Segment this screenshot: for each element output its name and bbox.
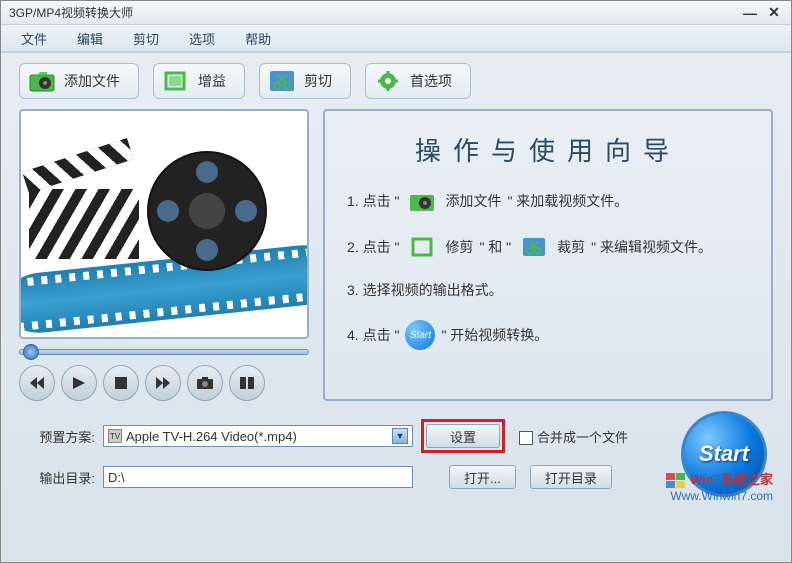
settings-button[interactable]: 设置 <box>426 424 500 448</box>
dropdown-arrow-icon: ▼ <box>392 428 408 444</box>
preset-value: Apple TV-H.264 Video(*.mp4) <box>126 429 297 444</box>
crop-icon <box>519 234 549 260</box>
gain-icon <box>162 69 190 93</box>
merge-label: 合并成一个文件 <box>537 430 628 445</box>
merge-checkbox-wrapper[interactable]: 合并成一个文件 <box>519 427 628 446</box>
preset-select[interactable]: TV Apple TV-H.264 Video(*.mp4) ▼ <box>103 425 413 447</box>
cut-button[interactable]: 剪切 <box>259 63 351 99</box>
guide-panel: 操作与使用向导 1. 点击 " 添加文件 " 来加载视频文件。 2. 点击 " … <box>323 109 773 401</box>
menu-file[interactable]: 文件 <box>21 29 47 48</box>
preview-image <box>19 109 309 339</box>
start-label: Start <box>699 441 749 467</box>
open-button[interactable]: 打开... <box>449 465 516 489</box>
toolbar: 添加文件 增益 剪切 首选项 <box>1 53 791 109</box>
menu-options[interactable]: 选项 <box>189 29 215 48</box>
settings-highlight: 设置 <box>421 419 505 453</box>
preview-panel <box>19 109 309 401</box>
seek-slider[interactable] <box>19 349 309 355</box>
folder-video-icon <box>407 188 437 214</box>
close-button[interactable]: ✕ <box>765 4 783 22</box>
menu-edit[interactable]: 编辑 <box>77 29 103 48</box>
minimize-button[interactable]: — <box>741 4 759 22</box>
merge-checkbox[interactable] <box>519 431 533 445</box>
window-title: 3GP/MP4视频转换大师 <box>9 4 133 21</box>
bottom-panel: 预置方案: TV Apple TV-H.264 Video(*.mp4) ▼ 设… <box>1 401 791 509</box>
menubar: 文件 编辑 剪切 选项 帮助 <box>1 25 791 53</box>
start-icon: Start <box>405 320 435 350</box>
watermark: Win7系统之家 Www.Winwin7.com <box>666 469 773 503</box>
guide-step-1: 1. 点击 " 添加文件 " 来加载视频文件。 <box>347 188 749 214</box>
next-button[interactable] <box>145 365 181 401</box>
menu-help[interactable]: 帮助 <box>245 29 271 48</box>
gear-icon <box>374 69 402 93</box>
open-dir-button[interactable]: 打开目录 <box>530 465 612 489</box>
scissors-icon <box>268 69 296 93</box>
stop-button[interactable] <box>103 365 139 401</box>
play-button[interactable] <box>61 365 97 401</box>
output-label: 输出目录: <box>31 468 95 487</box>
add-file-button[interactable]: 添加文件 <box>19 63 139 99</box>
tv-icon: TV <box>108 429 122 443</box>
guide-step-2: 2. 点击 " 修剪 " 和 " 裁剪 " 来编辑视频文件。 <box>347 234 749 260</box>
preferences-label: 首选项 <box>410 71 452 91</box>
guide-title: 操作与使用向导 <box>347 131 749 168</box>
add-file-label: 添加文件 <box>64 71 120 91</box>
windows-logo-icon <box>666 473 686 489</box>
folder-video-icon <box>28 69 56 93</box>
guide-step-4: 4. 点击 " Start " 开始视频转换。 <box>347 320 749 350</box>
preferences-button[interactable]: 首选项 <box>365 63 471 99</box>
snapshot-button[interactable] <box>187 365 223 401</box>
gain-button[interactable]: 增益 <box>153 63 245 99</box>
gain-label: 增益 <box>198 71 226 91</box>
menu-cut[interactable]: 剪切 <box>133 29 159 48</box>
trim-icon <box>407 234 437 260</box>
output-dir-input[interactable]: D:\ <box>103 466 413 488</box>
cut-label: 剪切 <box>304 71 332 91</box>
extra-button[interactable] <box>229 365 265 401</box>
output-dir-value: D:\ <box>108 470 125 485</box>
playback-controls <box>19 365 309 401</box>
guide-step-3: 3. 选择视频的输出格式。 <box>347 280 749 300</box>
titlebar: 3GP/MP4视频转换大师 — ✕ <box>1 1 791 25</box>
preset-label: 预置方案: <box>31 427 95 446</box>
prev-button[interactable] <box>19 365 55 401</box>
seek-thumb[interactable] <box>23 344 39 360</box>
